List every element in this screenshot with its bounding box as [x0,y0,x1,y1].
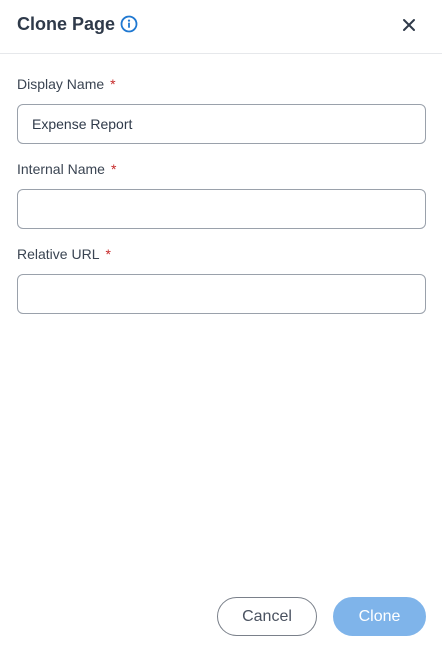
info-icon[interactable] [120,15,138,33]
dialog-title: Clone Page [17,14,116,34]
required-marker: * [110,161,117,177]
relative-url-input[interactable] [17,274,426,314]
relative-url-label: Relative URL * [17,245,111,263]
clone-button[interactable]: Clone [333,597,426,636]
display-name-input[interactable] [17,104,426,144]
required-marker: * [105,246,111,262]
required-marker: * [110,76,116,92]
display-name-label: Display Name * [17,75,116,93]
dialog-header: Clone Page [0,0,442,54]
close-icon[interactable] [399,15,419,35]
clone-page-dialog: Clone Page Display Name* Internal Name* … [0,0,442,647]
internal-name-label: Internal Name * [17,160,116,178]
internal-name-label-text: Internal Name [17,161,105,177]
cancel-button[interactable]: Cancel [217,597,317,636]
internal-name-input[interactable] [17,189,426,229]
display-name-label-text: Display Name [17,76,105,92]
relative-url-label-text: Relative URL [17,246,100,262]
